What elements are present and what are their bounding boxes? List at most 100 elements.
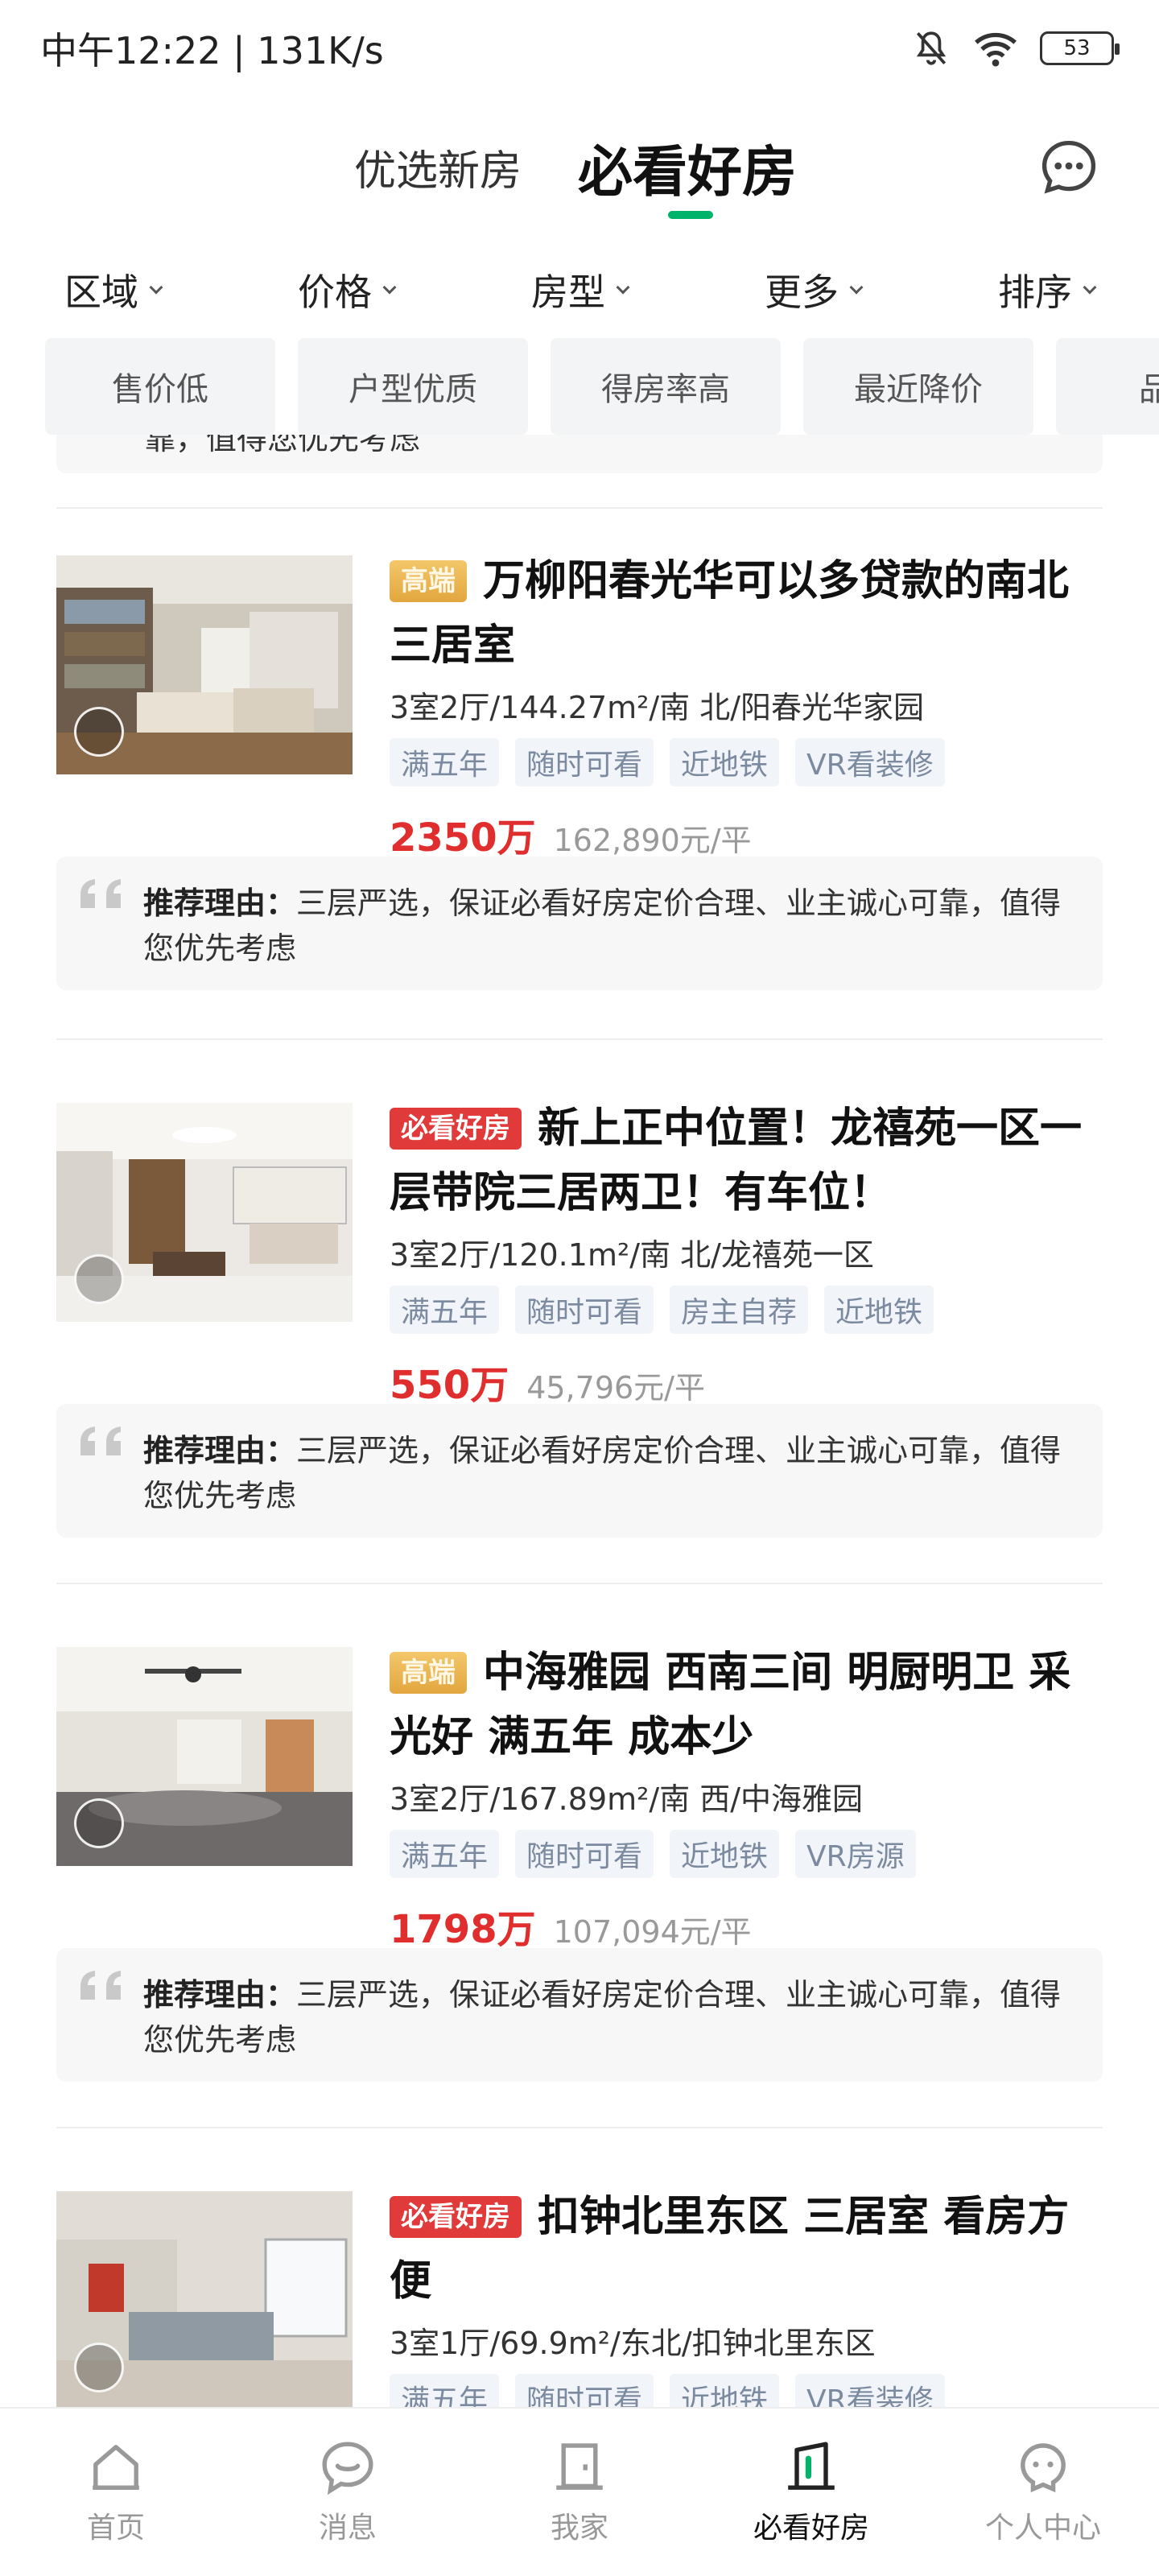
listing-spec: 3室2厅/144.27m²/南 北/阳春光华家园 — [390, 690, 925, 725]
listing-spec: 3室1厅/69.9m²/东北/扣钟北里东区 — [390, 2326, 876, 2361]
vr-icon — [74, 707, 124, 757]
premium-badge: 高端 — [390, 1652, 467, 1694]
chevron-down-icon — [149, 280, 163, 295]
nav-home[interactable]: 首页 — [0, 2409, 232, 2576]
total-price: 1798万 — [390, 1907, 536, 1952]
listing-photo[interactable] — [56, 1103, 353, 1322]
filter-price[interactable]: 价格 — [298, 258, 397, 322]
unit-price: 162,890元/平 — [553, 823, 752, 858]
tag: VR房源 — [795, 1830, 916, 1878]
chevron-down-icon — [1083, 280, 1097, 295]
chip-quality[interactable]: 品质 — [1056, 338, 1159, 435]
battery-level: 53 — [1063, 36, 1091, 60]
nav-messages[interactable]: 消息 — [232, 2409, 464, 2576]
tag: 随时可看 — [515, 1830, 654, 1878]
divider — [56, 2127, 1103, 2128]
nav-my-home[interactable]: 我家 — [464, 2409, 695, 2576]
status-time-speed: 中午12:22 | 131K/s — [40, 29, 384, 72]
listing-photo[interactable] — [56, 555, 353, 774]
partial-reason-card: 靠，值得您优先考虑 — [56, 435, 1103, 473]
tag: 满五年 — [390, 738, 500, 786]
recommend-reason: 推荐理由：三层严选，保证必看好房定价合理、业主诚心可靠，值得您优先考虑 — [143, 1428, 1077, 1518]
listing-title: 必看好房 扣钟北里东区 三居室 看房方便 — [390, 2185, 1106, 2314]
message-icon[interactable] — [1038, 137, 1099, 198]
home-icon — [93, 2445, 139, 2490]
tag: 近地铁 — [670, 738, 780, 786]
price-line: 550万 45,796元/平 — [390, 1353, 1106, 1410]
listing-title: 高端 中海雅园 西南三间 明厨明卫 采光好 满五年 成本少 — [390, 1641, 1106, 1769]
tab-must-see-homes[interactable]: 必看好房 — [578, 127, 797, 207]
partial-reason-text: 靠，值得您优先考虑 — [145, 435, 421, 456]
divider — [56, 507, 1103, 509]
tag: VR看装修 — [795, 738, 945, 786]
nav-label: 必看好房 — [753, 2512, 869, 2545]
nav-label: 个人中心 — [984, 2512, 1101, 2545]
tag: 满五年 — [390, 1830, 500, 1878]
nav-profile[interactable]: 个人中心 — [927, 2409, 1159, 2576]
quote-icon — [80, 879, 121, 908]
door-icon — [556, 2443, 603, 2490]
listing-tags: 满五年 随时可看 近地铁 VR房源 — [390, 1830, 1106, 1878]
reason-label: 推荐理由： — [143, 886, 297, 921]
profile-icon — [1021, 2443, 1066, 2493]
price-line: 2350万 162,890元/平 — [390, 806, 1106, 862]
top-tabs: 优选新房 必看好房 — [0, 113, 1159, 233]
listing-info: 高端 中海雅园 西南三间 明厨明卫 采光好 满五年 成本少 3室2厅/167.89… — [390, 1641, 1106, 1954]
unit-price: 107,094元/平 — [553, 1914, 752, 1950]
divider — [56, 1038, 1103, 1040]
bottom-navigation: 首页 消息 我家 必看好房 个人中心 — [0, 2407, 1159, 2576]
divider — [56, 1583, 1103, 1584]
filter-row: 区域 价格 房型 更多 排序 — [0, 258, 1159, 322]
recommend-reason-card: 推荐理由：三层严选，保证必看好房定价合理、业主诚心可靠，值得您优先考虑 — [56, 1404, 1103, 1538]
status-bar: 中午12:22 | 131K/s 53 — [0, 0, 1159, 97]
nav-must-see-homes[interactable]: 必看好房 — [695, 2409, 927, 2576]
filter-label: 更多 — [765, 270, 839, 314]
reason-label: 推荐理由： — [143, 1433, 297, 1468]
listing-tags: 满五年 随时可看 近地铁 VR看装修 — [390, 738, 1106, 786]
listing-title-text: 万柳阳春光华可以多贷款的南北三居室 — [390, 557, 1070, 670]
listing-info: 高端 万柳阳春光华可以多贷款的南北三居室 3室2厅/144.27m²/南 北/阳春… — [390, 549, 1106, 862]
chat-bubble-icon — [322, 2442, 373, 2496]
nav-label: 首页 — [86, 2512, 145, 2545]
listing-photo[interactable] — [56, 1647, 353, 1866]
battery-indicator: 53 — [1040, 31, 1120, 65]
bell-muted-icon — [916, 31, 947, 65]
listing-title: 必看好房 新上正中位置！龙禧苑一区一层带院三居两卫！有车位！ — [390, 1096, 1106, 1225]
filter-region[interactable]: 区域 — [64, 258, 163, 322]
nav-label: 我家 — [550, 2512, 608, 2545]
filter-label: 价格 — [298, 270, 372, 314]
listing-title: 高端 万柳阳春光华可以多贷款的南北三居室 — [390, 549, 1106, 678]
chip-recent-price-drop[interactable]: 最近降价 — [803, 338, 1033, 435]
chip-high-efficiency[interactable]: 得房率高 — [551, 338, 781, 435]
recommend-reason-card: 推荐理由：三层严选，保证必看好房定价合理、业主诚心可靠，值得您优先考虑 — [56, 857, 1103, 990]
tag: 满五年 — [390, 1286, 500, 1334]
tag: 随时可看 — [515, 1286, 654, 1334]
filter-more[interactable]: 更多 — [765, 258, 864, 322]
filter-label: 区域 — [64, 270, 138, 314]
quote-icon — [80, 1426, 121, 1455]
filter-label: 房型 — [531, 270, 605, 314]
chip-good-layout[interactable]: 户型优质 — [298, 338, 528, 435]
listing-info: 必看好房 新上正中位置！龙禧苑一区一层带院三居两卫！有车位！ 3室2厅/120.1… — [390, 1096, 1106, 1410]
tag: 近地铁 — [824, 1286, 934, 1334]
unit-price: 45,796元/平 — [526, 1370, 705, 1406]
quote-icon — [80, 1971, 121, 2000]
listing-spec: 3室2厅/167.89m²/南 西/中海雅园 — [390, 1781, 864, 1817]
must-see-badge: 必看好房 — [390, 2196, 522, 2238]
tag: 随时可看 — [515, 738, 654, 786]
tab-new-homes[interactable]: 优选新房 — [354, 137, 522, 197]
reason-label: 推荐理由： — [143, 1977, 297, 2013]
chevron-down-icon — [616, 280, 630, 295]
listing-photo[interactable] — [56, 2191, 353, 2410]
active-tab-indicator — [668, 211, 713, 219]
filter-layout[interactable]: 房型 — [531, 258, 630, 322]
filter-sort[interactable]: 排序 — [998, 258, 1097, 322]
chevron-down-icon — [382, 280, 397, 295]
status-icons: 53 — [911, 28, 1120, 68]
price-line: 1798万 107,094元/平 — [390, 1897, 1106, 1954]
vr-icon — [74, 1798, 124, 1848]
chevron-down-icon — [849, 280, 864, 295]
wifi-icon — [975, 32, 1017, 67]
chip-low-price[interactable]: 售价低 — [45, 338, 275, 435]
building-icon — [788, 2442, 835, 2490]
